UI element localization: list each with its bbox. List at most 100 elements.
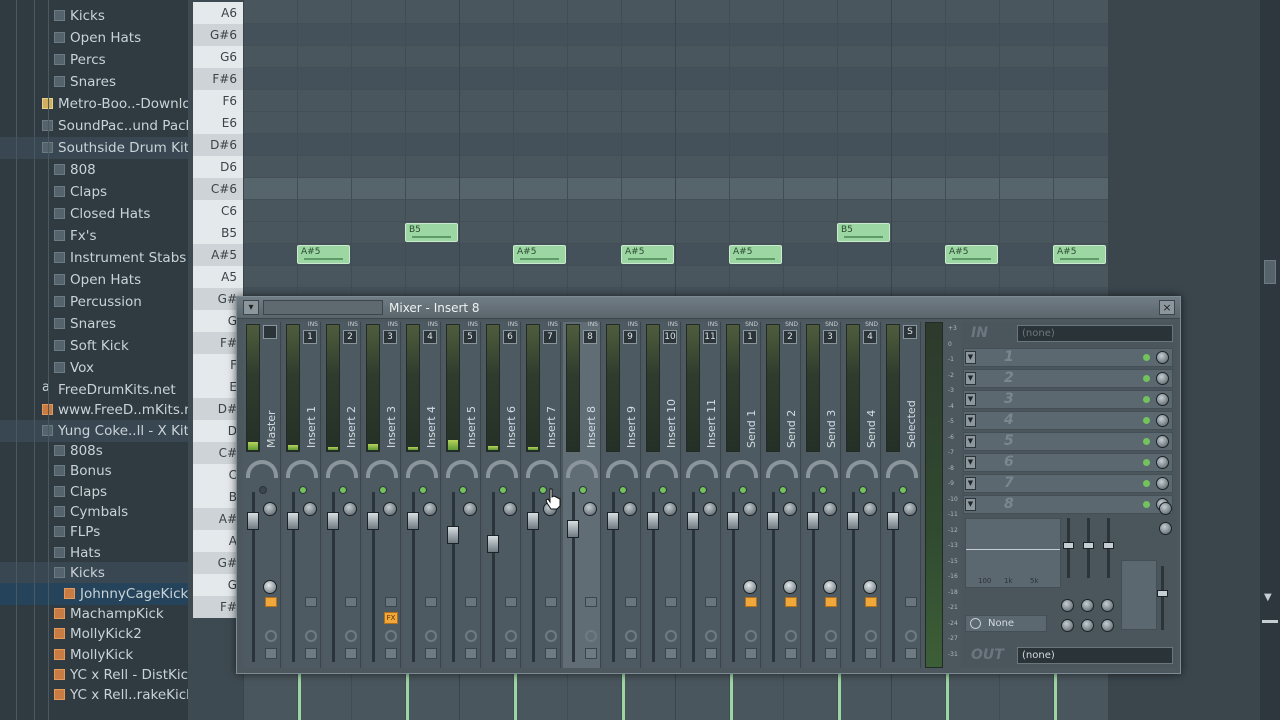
record-arm-icon[interactable] [585, 630, 597, 642]
disk-record-icon[interactable] [465, 648, 477, 659]
strip-enable-led[interactable] [339, 486, 347, 494]
send-level-knob[interactable] [823, 580, 837, 594]
strip-enable-led[interactable] [859, 486, 867, 494]
effect-slot[interactable]: ▼ 5 [963, 432, 1173, 451]
browser-item[interactable]: Instrument Stabs [0, 247, 188, 269]
pan-arc[interactable] [726, 460, 758, 478]
disk-record-icon[interactable] [585, 648, 597, 659]
send-level-knob[interactable] [743, 580, 757, 594]
disk-record-icon[interactable] [745, 648, 757, 659]
slot-menu-icon[interactable]: ▼ [965, 498, 976, 511]
record-arm-icon[interactable] [865, 630, 877, 642]
pan-arc[interactable] [366, 460, 398, 478]
route-to-icon[interactable] [585, 597, 597, 607]
velocity-stem[interactable] [406, 672, 409, 720]
strip-route-number[interactable]: 8 [583, 330, 597, 344]
eq-freq-knob-high[interactable] [1101, 599, 1114, 612]
eq-freq-knob-mid[interactable] [1081, 599, 1094, 612]
strip-route-number[interactable]: 2 [783, 330, 797, 344]
volume-fader[interactable] [807, 512, 819, 530]
stereo-separation-knob[interactable] [583, 502, 597, 516]
output-fader-handle[interactable] [1157, 590, 1168, 597]
velocity-stem[interactable] [838, 672, 841, 720]
stereo-separation-knob[interactable] [783, 502, 797, 516]
volume-fader[interactable] [647, 512, 659, 530]
mixer-strip[interactable]: INS 10 Insert 10 [643, 321, 681, 668]
input-select[interactable]: (none) [1017, 325, 1173, 342]
piano-key[interactable]: G6 [193, 46, 243, 68]
route-to-icon[interactable] [265, 597, 277, 607]
velocity-stem[interactable] [514, 672, 517, 720]
browser-item[interactable]: MollyKick [0, 644, 188, 666]
route-to-icon[interactable] [785, 597, 797, 607]
pan-arc[interactable] [246, 460, 278, 478]
piano-key[interactable]: F6 [193, 90, 243, 112]
volume-fader[interactable] [407, 512, 419, 530]
browser-item[interactable]: Bonus [0, 460, 188, 482]
disk-record-icon[interactable] [425, 648, 437, 659]
eq-fader-handle[interactable] [1103, 542, 1114, 549]
scrollbar-grip[interactable] [1264, 260, 1276, 284]
record-arm-icon[interactable] [465, 630, 477, 642]
note[interactable]: B5 [405, 223, 458, 242]
mixer-strip[interactable]: SND 2 Send 2 [763, 321, 801, 668]
record-arm-icon[interactable] [625, 630, 637, 642]
effect-slot[interactable]: ▼ 6 [963, 453, 1173, 472]
route-to-icon[interactable] [385, 597, 397, 607]
effect-slot[interactable]: ▼ 8 [963, 495, 1173, 514]
velocity-stem[interactable] [298, 672, 301, 720]
effect-slot[interactable]: ▼ 7 [963, 474, 1173, 493]
zoom-minus-icon[interactable] [1262, 620, 1278, 623]
slot-enable-led[interactable] [1143, 438, 1150, 445]
browser-item[interactable]: Southside Drum Kit [0, 137, 188, 159]
slot-enable-led[interactable] [1143, 396, 1150, 403]
route-to-icon[interactable] [505, 597, 517, 607]
slot-enable-led[interactable] [1143, 375, 1150, 382]
browser-item[interactable]: Kicks [0, 5, 188, 27]
volume-fader[interactable] [367, 512, 379, 530]
piano-key[interactable]: A6 [193, 2, 243, 24]
pan-arc[interactable] [526, 460, 558, 478]
mixer-strip[interactable]: INS 6 Insert 6 [483, 321, 521, 668]
vertical-scrollbar[interactable]: ▼ [1260, 0, 1280, 720]
route-to-icon[interactable] [745, 597, 757, 607]
eq-bw-knob-mid[interactable] [1081, 619, 1094, 632]
volume-fader[interactable] [767, 512, 779, 530]
browser-item[interactable]: YC x Rell..rakeKick [0, 684, 188, 706]
output-select[interactable]: (none) [1017, 647, 1173, 664]
slot-menu-icon[interactable]: ▼ [965, 414, 976, 427]
route-to-icon[interactable] [625, 597, 637, 607]
route-to-icon[interactable] [825, 597, 837, 607]
slot-menu-icon[interactable]: ▼ [965, 351, 976, 364]
browser-item[interactable]: www.FreeD..mKits.net [0, 399, 188, 421]
strip-enable-led[interactable] [499, 486, 507, 494]
browser-item[interactable]: Vox [0, 357, 188, 379]
eq-bw-knob-high[interactable] [1101, 619, 1114, 632]
record-arm-icon[interactable] [505, 630, 517, 642]
strip-enable-led[interactable] [379, 486, 387, 494]
note[interactable]: A#5 [621, 245, 674, 264]
track-select[interactable]: None [965, 615, 1047, 632]
disk-record-icon[interactable] [265, 648, 277, 659]
slot-mix-knob[interactable] [1156, 477, 1169, 490]
piano-key[interactable]: F#6 [193, 68, 243, 90]
browser-item[interactable]: Soft Kick [0, 335, 188, 357]
strip-route-number[interactable]: 3 [823, 330, 837, 344]
route-to-icon[interactable] [305, 597, 317, 607]
browser-item[interactable]: MachampKick [0, 603, 188, 625]
strip-enable-led[interactable] [259, 486, 267, 494]
slot-menu-icon[interactable]: ▼ [965, 372, 976, 385]
strip-enable-led[interactable] [619, 486, 627, 494]
eq-band-high-fader[interactable] [1103, 518, 1114, 578]
strip-route-number[interactable]: 7 [543, 330, 557, 344]
note[interactable]: A#5 [513, 245, 566, 264]
browser-item[interactable]: 808 [0, 159, 188, 181]
volume-fader[interactable] [847, 512, 859, 530]
pan-arc[interactable] [606, 460, 638, 478]
strip-route-number[interactable]: 2 [343, 330, 357, 344]
pan-arc[interactable] [446, 460, 478, 478]
strip-enable-led[interactable] [459, 486, 467, 494]
disk-record-icon[interactable] [865, 648, 877, 659]
browser-item[interactable]: Snares [0, 313, 188, 335]
note[interactable]: A#5 [729, 245, 782, 264]
